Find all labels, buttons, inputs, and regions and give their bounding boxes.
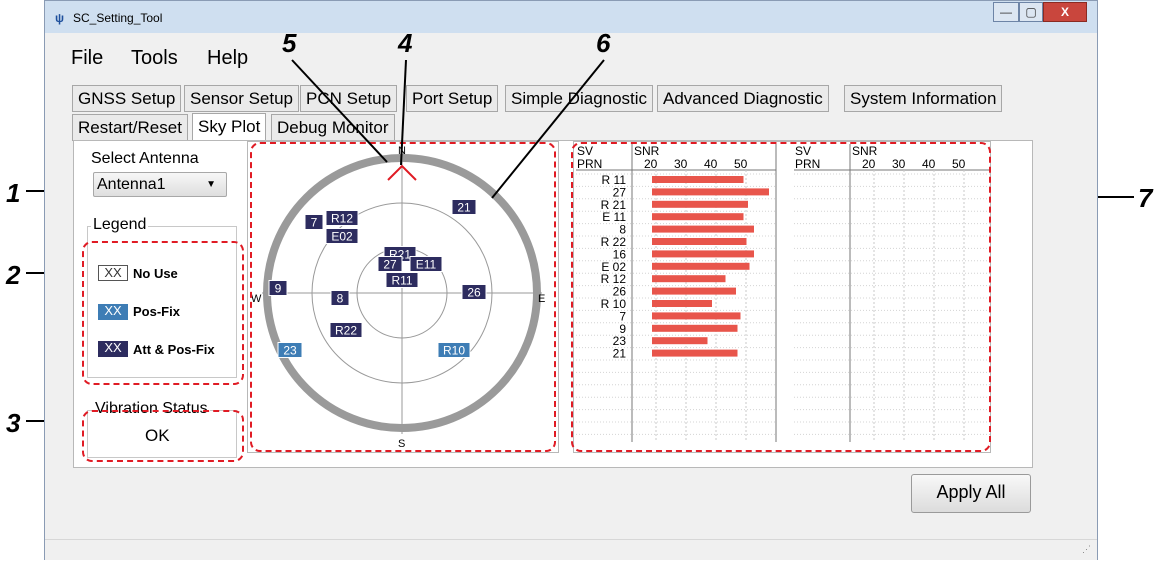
callout-line-4	[400, 59, 407, 166]
callout-line-5	[291, 59, 388, 163]
callout-leader-lines	[291, 59, 605, 199]
callout-line-6	[491, 59, 605, 199]
